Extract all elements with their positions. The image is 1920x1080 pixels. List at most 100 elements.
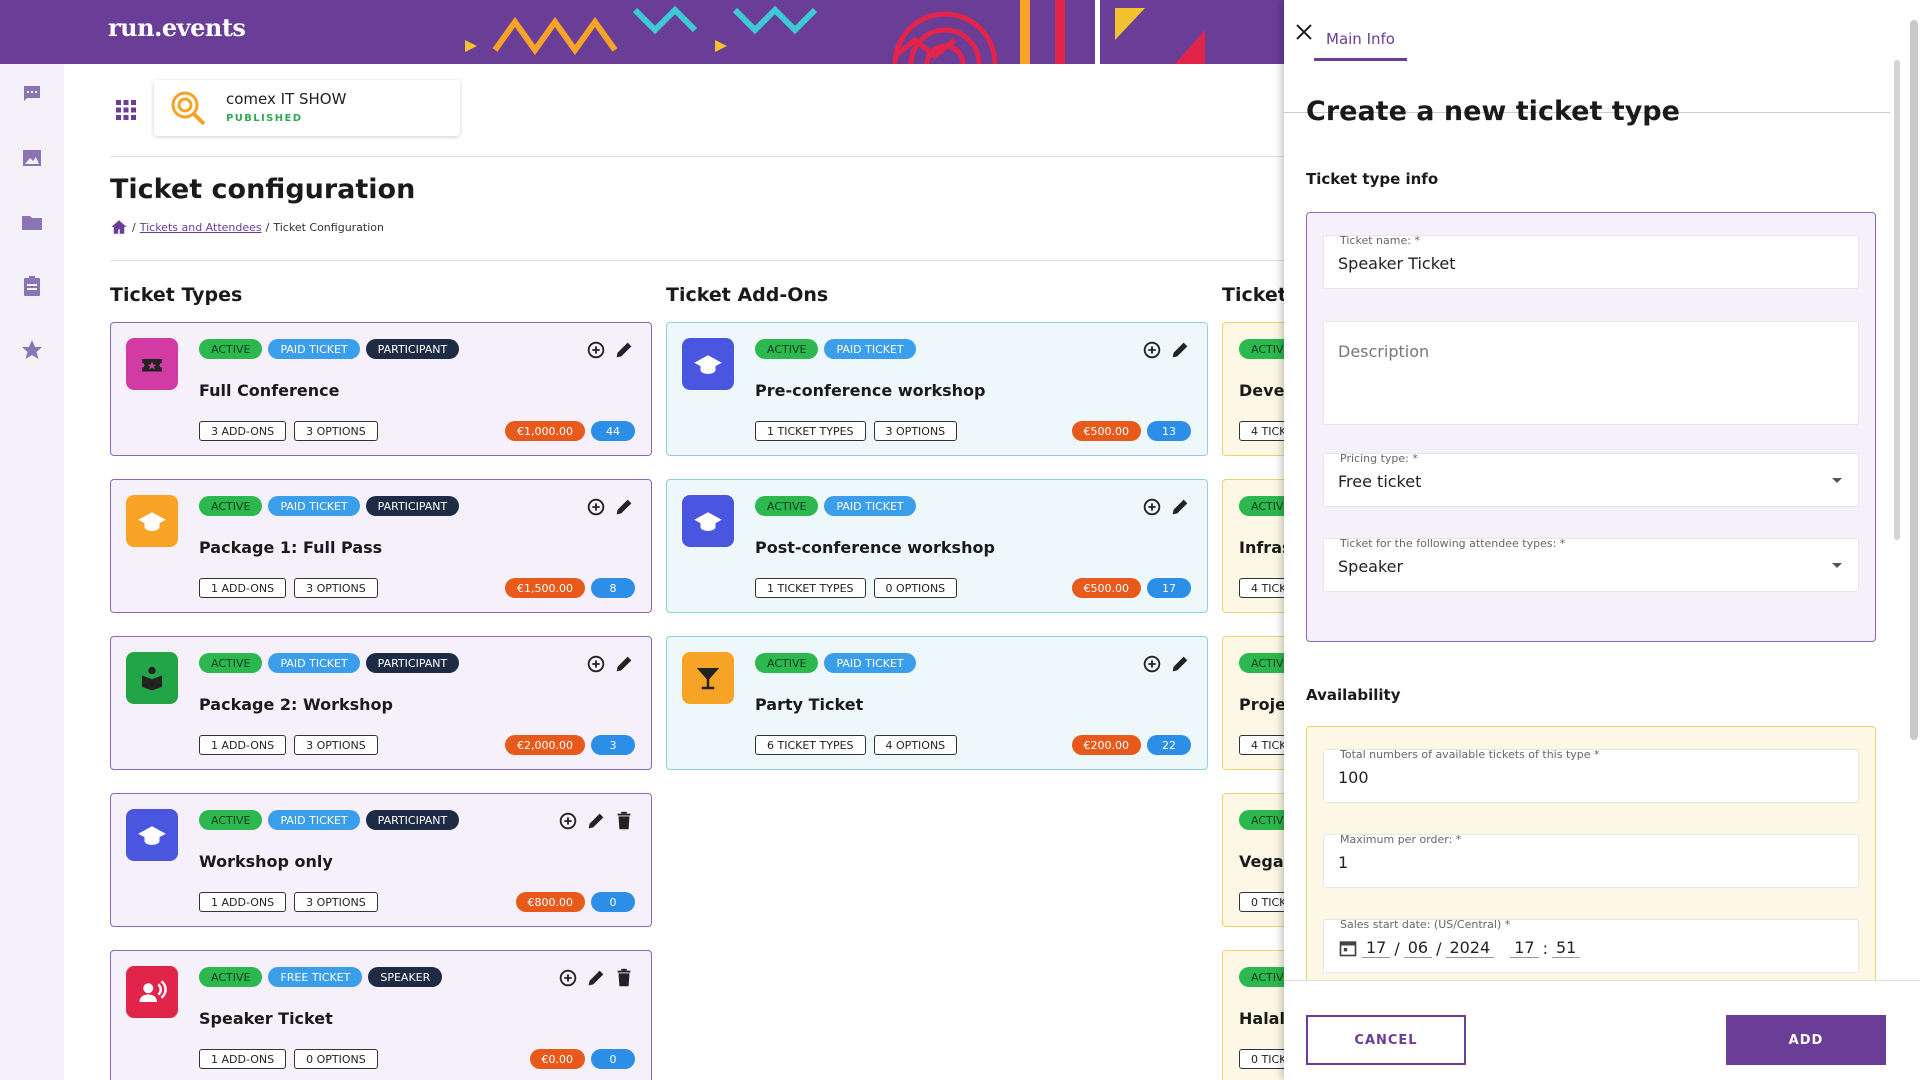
add-option-icon[interactable] xyxy=(1141,496,1163,518)
edit-icon[interactable] xyxy=(1169,339,1191,361)
edit-icon[interactable] xyxy=(585,810,607,832)
tab-main-info[interactable]: Main Info xyxy=(1314,30,1407,61)
sales-start-date-input[interactable]: 17/ 06/ 2024 17: 51 xyxy=(1338,938,1581,958)
count-chip[interactable]: 4 TICK xyxy=(1239,735,1284,755)
time-minute[interactable]: 51 xyxy=(1551,938,1581,958)
count-chip[interactable]: 0 OPTIONS xyxy=(294,1049,378,1069)
chat-icon[interactable] xyxy=(20,82,44,106)
add-option-icon[interactable] xyxy=(557,967,579,989)
ticket-card[interactable]: ACTIVE PAID TICKET Pre-conference workshop… xyxy=(666,322,1208,456)
ticket-card[interactable]: ACTIV Halal 0 TICK xyxy=(1222,950,1284,1080)
page-scrollbar[interactable] xyxy=(1910,20,1918,740)
ticket-card[interactable]: ACTIVE PAID TICKET Post-conference worksho… xyxy=(666,479,1208,613)
count-chip[interactable]: 1 TICKET TYPES xyxy=(755,578,866,598)
ticket-card[interactable]: ACTIV Projec 4 TICK xyxy=(1222,636,1284,770)
sales-start-date-field[interactable]: Sales start date: (US/Central) * 17/ 06/… xyxy=(1323,918,1859,973)
edit-icon[interactable] xyxy=(613,496,635,518)
date-month[interactable]: 06 xyxy=(1403,938,1433,958)
max-per-order-label: Maximum per order: * xyxy=(1340,833,1462,846)
ticket-name-value: Speaker Ticket xyxy=(1338,254,1456,273)
folder-icon[interactable] xyxy=(20,210,44,234)
graduation-cap-icon xyxy=(138,512,166,531)
count-chip[interactable]: 3 OPTIONS xyxy=(294,892,378,912)
ticket-tags: ACTIVE PAID TICKET PARTICIPANT xyxy=(199,496,460,516)
count-chip[interactable]: 4 OPTIONS xyxy=(873,735,958,755)
home-icon[interactable] xyxy=(110,218,128,236)
close-icon[interactable] xyxy=(1292,20,1316,44)
count-chip[interactable]: 1 ADD-ONS xyxy=(199,1049,287,1069)
count-chip[interactable]: 0 TICK xyxy=(1239,892,1284,912)
ticket-card[interactable]: ACTIV Infras 4 TICK xyxy=(1222,479,1284,613)
count-chip[interactable]: 1 ADD-ONS xyxy=(199,735,287,755)
count-chip[interactable]: 3 ADD-ONS xyxy=(199,421,287,441)
ticket-card[interactable]: ACTIVE PAID TICKET PARTICIPANT Package 2: W… xyxy=(110,636,652,770)
description-placeholder: Description xyxy=(1338,342,1430,361)
ticket-card[interactable]: ACTIV Vegan 0 TICK xyxy=(1222,793,1284,927)
ticket-card[interactable]: ACTIV Devel 4 TICK xyxy=(1222,322,1284,456)
count-chip[interactable]: 3 OPTIONS xyxy=(294,735,378,755)
count-chip[interactable]: 4 TICK xyxy=(1239,421,1284,441)
total-tickets-label: Total numbers of available tickets of th… xyxy=(1340,748,1600,761)
edit-icon[interactable] xyxy=(1169,496,1191,518)
content-divider xyxy=(110,260,1284,261)
add-option-icon[interactable] xyxy=(1141,653,1163,675)
ticket-tags: ACTIVE PAID TICKET xyxy=(755,653,916,673)
ticket-actions xyxy=(585,339,635,361)
count-chip[interactable]: 1 TICKET TYPES xyxy=(755,421,866,441)
count-chip[interactable]: 0 TICK xyxy=(1239,1049,1284,1069)
add-option-icon[interactable] xyxy=(585,339,607,361)
breadcrumb-link-tickets[interactable]: Tickets and Attendees xyxy=(140,221,262,234)
ticket-card[interactable]: ACTIVE PAID TICKET Party Ticket 6 TICKET TY… xyxy=(666,636,1208,770)
edit-icon[interactable] xyxy=(585,967,607,989)
delete-icon[interactable] xyxy=(613,967,635,989)
count-chip[interactable]: 4 TICK xyxy=(1239,578,1284,598)
ticket-chips: 3 ADD-ONS 3 OPTIONS xyxy=(199,421,378,441)
count-chip[interactable]: 1 ADD-ONS xyxy=(199,892,287,912)
availability-heading: Availability xyxy=(1306,686,1401,704)
calendar-icon[interactable] xyxy=(1338,938,1358,958)
chevron-down-icon[interactable] xyxy=(1832,563,1842,568)
ticket-card[interactable]: ACTIVE PAID TICKET PARTICIPANT Workshop onl… xyxy=(110,793,652,927)
status-badge: SPEAKER xyxy=(368,967,443,987)
max-per-order-field[interactable]: Maximum per order: * 1 xyxy=(1323,833,1859,888)
total-tickets-field[interactable]: Total numbers of available tickets of th… xyxy=(1323,748,1859,803)
add-option-icon[interactable] xyxy=(557,810,579,832)
event-selector[interactable]: comex IT SHOW PUBLISHED xyxy=(154,80,460,136)
add-button[interactable]: ADD xyxy=(1726,1015,1886,1065)
attendee-types-select[interactable]: Ticket for the following attendee types:… xyxy=(1323,537,1859,592)
count-chip[interactable]: 3 OPTIONS xyxy=(294,578,378,598)
description-field[interactable]: Description xyxy=(1323,321,1859,425)
add-option-icon[interactable] xyxy=(585,496,607,518)
count-chip[interactable]: 3 OPTIONS xyxy=(873,421,958,441)
time-hour[interactable]: 17 xyxy=(1510,938,1539,958)
ticket-card[interactable]: ACTIVE PAID TICKET PARTICIPANT Full Confere… xyxy=(110,322,652,456)
date-year[interactable]: 2024 xyxy=(1445,938,1495,958)
count-chip[interactable]: 6 TICKET TYPES xyxy=(755,735,866,755)
count-chip[interactable]: 0 OPTIONS xyxy=(873,578,958,598)
image-icon[interactable] xyxy=(20,146,44,170)
pricing-type-select[interactable]: Pricing type: * Free ticket xyxy=(1323,452,1859,507)
app-logo[interactable]: run.events xyxy=(108,13,246,42)
ticket-card[interactable]: ACTIVE FREE TICKET SPEAKER Speaker Ticket 1 … xyxy=(110,950,652,1080)
apps-grid-icon[interactable] xyxy=(114,98,138,122)
delete-icon[interactable] xyxy=(613,810,635,832)
edit-icon[interactable] xyxy=(1169,653,1191,675)
add-option-icon[interactable] xyxy=(1141,339,1163,361)
ticket-icon-badge xyxy=(682,495,734,547)
count-chip[interactable]: 1 ADD-ONS xyxy=(199,578,287,598)
clipboard-icon[interactable] xyxy=(20,274,44,298)
date-day[interactable]: 17 xyxy=(1362,938,1391,958)
edit-icon[interactable] xyxy=(613,339,635,361)
sold-count-badge: 13 xyxy=(1147,421,1191,441)
chevron-down-icon[interactable] xyxy=(1832,478,1842,483)
ticket-name-field[interactable]: Ticket name: * Speaker Ticket xyxy=(1323,234,1859,289)
count-chip[interactable]: 3 OPTIONS xyxy=(294,421,378,441)
ticket-tags: ACTIV xyxy=(1239,496,1284,516)
cancel-button[interactable]: CANCEL xyxy=(1306,1015,1466,1065)
edit-icon[interactable] xyxy=(613,653,635,675)
drawer-scrollbar[interactable] xyxy=(1894,60,1900,540)
star-icon[interactable] xyxy=(20,338,44,362)
ticket-card[interactable]: ACTIVE PAID TICKET PARTICIPANT Package 1: F… xyxy=(110,479,652,613)
add-option-icon[interactable] xyxy=(585,653,607,675)
ticket-actions xyxy=(1141,339,1191,361)
